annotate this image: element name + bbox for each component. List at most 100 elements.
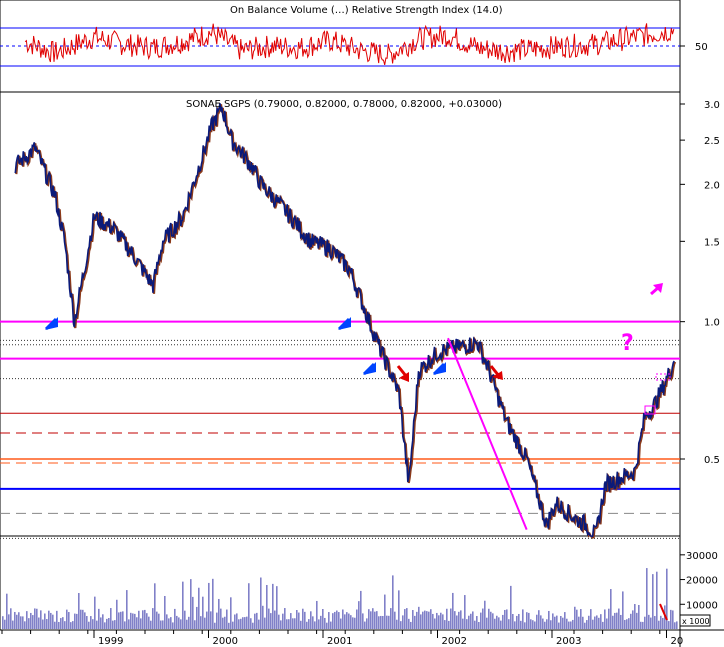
volume-bar xyxy=(156,611,158,629)
volume-bar xyxy=(458,611,460,629)
volume-bar xyxy=(466,619,468,629)
volume-bar xyxy=(176,615,178,629)
volume-bar xyxy=(290,613,292,629)
volume-bar xyxy=(596,615,598,629)
volume-bar xyxy=(228,622,230,629)
volume-bar xyxy=(92,619,94,629)
volume-bar xyxy=(282,613,284,629)
volume-bar xyxy=(66,609,68,629)
volume-bar xyxy=(114,620,116,629)
volume-bar xyxy=(332,613,334,629)
volume-bar xyxy=(294,618,296,629)
volume-bar xyxy=(348,613,350,629)
volume-bar xyxy=(530,619,532,629)
volume-bar xyxy=(8,614,10,629)
volume-bar xyxy=(322,609,324,629)
volume-bar xyxy=(522,609,524,629)
x-tick-label-1: 1999 xyxy=(98,636,123,647)
volume-bar xyxy=(286,619,288,629)
volume-bar xyxy=(326,622,328,629)
volume-bar xyxy=(636,612,638,629)
volume-bar xyxy=(506,609,508,629)
volume-bar xyxy=(382,615,384,629)
volume-bar xyxy=(400,621,402,629)
volume-bar xyxy=(372,608,374,629)
volume-bar xyxy=(650,617,652,629)
volume-bar xyxy=(350,615,352,629)
volume-bar xyxy=(444,620,446,629)
volume-bar xyxy=(460,610,462,629)
volume-bar xyxy=(354,617,356,629)
volume-bar xyxy=(524,622,526,629)
volume-bar xyxy=(30,612,32,629)
volume-bar xyxy=(598,617,600,629)
volume-bar xyxy=(60,618,62,629)
volume-bar xyxy=(272,583,274,629)
volume-bar xyxy=(144,609,146,629)
volume-bar xyxy=(614,612,616,629)
volume-bar xyxy=(28,618,30,629)
volume-bar xyxy=(602,621,604,629)
volume-bar xyxy=(550,620,552,629)
volume-bar xyxy=(476,616,478,629)
volume-bar xyxy=(172,622,174,629)
volume-bar xyxy=(432,613,434,629)
volume-bar xyxy=(462,618,464,629)
volume-bar xyxy=(394,611,396,629)
volume-bar xyxy=(268,608,270,629)
volume-bar xyxy=(440,612,442,629)
volume-bar xyxy=(456,615,458,629)
volume-bar xyxy=(96,620,98,629)
volume-bar xyxy=(136,617,138,629)
volume-bar xyxy=(20,616,22,629)
volume-bar xyxy=(186,619,188,629)
volume-tick-label-2: 20000 xyxy=(686,576,718,587)
volume-bar xyxy=(122,611,124,629)
volume-bar xyxy=(452,592,454,629)
volume-bar xyxy=(14,611,16,629)
volume-bar xyxy=(76,613,78,629)
volume-bar xyxy=(180,619,182,629)
volume-bar xyxy=(74,613,76,629)
volume-bar xyxy=(292,618,294,629)
volume-tick-label-1: 30000 xyxy=(686,551,718,562)
volume-bar xyxy=(374,611,376,629)
volume-bar xyxy=(590,609,592,629)
volume-bar xyxy=(622,591,624,629)
volume-bar xyxy=(430,609,432,629)
volume-bar xyxy=(106,618,108,629)
volume-bar xyxy=(284,608,286,629)
volume-bar xyxy=(36,608,38,629)
volume-bar xyxy=(44,613,46,629)
volume-bar xyxy=(48,610,50,629)
volume-bar xyxy=(310,611,312,629)
volume-bar xyxy=(578,616,580,629)
volume-bar xyxy=(216,612,218,629)
volume-bar xyxy=(304,611,306,629)
volume-bar xyxy=(356,609,358,629)
volume-bar xyxy=(516,615,518,629)
volume-bar xyxy=(278,614,280,629)
volume-bar xyxy=(178,617,180,629)
price-tick-label-1: 3.0 xyxy=(704,100,720,111)
volume-bar xyxy=(564,612,566,629)
volume-bar xyxy=(300,620,302,629)
volume-bar xyxy=(264,617,266,629)
volume-bar xyxy=(238,619,240,629)
volume-bar xyxy=(250,618,252,629)
volume-bar xyxy=(396,619,398,629)
volume-bar xyxy=(344,614,346,629)
volume-bar xyxy=(202,596,204,629)
volume-bar xyxy=(628,618,630,629)
volume-bar xyxy=(512,614,514,629)
indicator-tick-label: 50 xyxy=(695,42,708,53)
volume-bar xyxy=(482,608,484,629)
volume-bar xyxy=(120,611,122,629)
volume-bar xyxy=(386,615,388,629)
volume-bar xyxy=(146,613,148,629)
volume-bar xyxy=(484,600,486,629)
volume-bar xyxy=(502,614,504,629)
price-tick-label-2: 2.5 xyxy=(704,136,720,147)
volume-bar xyxy=(660,615,662,629)
volume-bar xyxy=(160,620,162,629)
